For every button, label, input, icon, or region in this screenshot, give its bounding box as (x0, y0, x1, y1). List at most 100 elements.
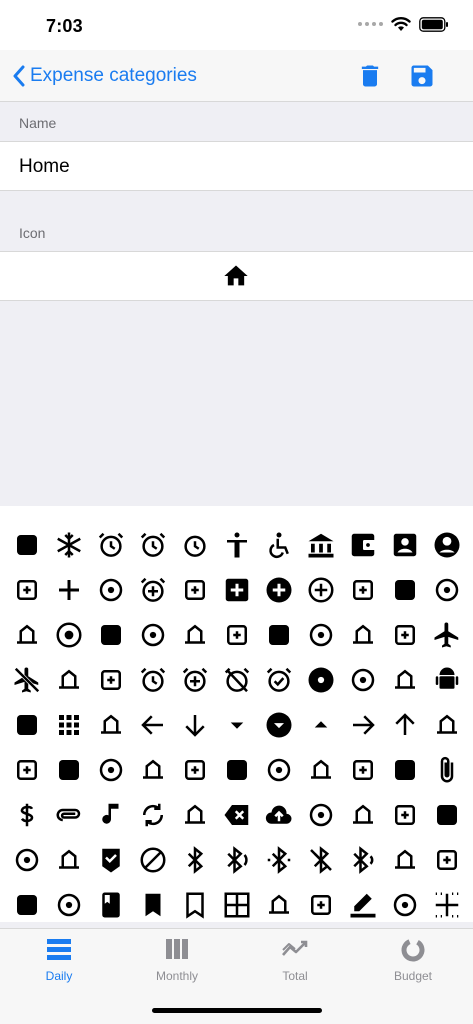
airplay-icon[interactable] (48, 657, 90, 702)
add-icon[interactable] (48, 567, 90, 612)
tab-total[interactable]: Total (236, 937, 354, 993)
bluetooth-searching-icon[interactable] (342, 837, 384, 882)
add-circle-outline-icon[interactable] (300, 567, 342, 612)
battery-unknown-icon[interactable] (6, 837, 48, 882)
border-color-icon[interactable] (342, 882, 384, 922)
border-all-icon[interactable] (216, 882, 258, 922)
airline-seat-individual-suite-icon[interactable] (174, 612, 216, 657)
all-out-icon[interactable] (384, 657, 426, 702)
assignment-ind-icon[interactable] (132, 747, 174, 792)
all-inclusive-icon[interactable] (342, 657, 384, 702)
add-to-photos-icon[interactable] (426, 567, 468, 612)
assistant-icon[interactable] (342, 747, 384, 792)
arrow-forward-icon[interactable] (342, 702, 384, 747)
border-inner-icon[interactable] (426, 882, 468, 922)
av-timer-icon[interactable] (174, 792, 216, 837)
airline-seat-recline-normal-icon[interactable] (384, 612, 426, 657)
ac-unit-icon[interactable] (48, 522, 90, 567)
airline-seat-recline-extra-icon[interactable] (342, 612, 384, 657)
airline-seat-legroom-reduced-icon[interactable] (300, 612, 342, 657)
airline-seat-flat-icon[interactable] (90, 612, 132, 657)
art-track-icon[interactable] (426, 702, 468, 747)
beenhere-icon[interactable] (90, 837, 132, 882)
save-button[interactable] (408, 62, 436, 90)
battery-full-icon[interactable] (384, 792, 426, 837)
blur-circular-icon[interactable] (384, 837, 426, 882)
arrow-drop-up-icon[interactable] (300, 702, 342, 747)
assignment-return-icon[interactable] (216, 747, 258, 792)
airplanemode-inactive-icon[interactable] (6, 657, 48, 702)
airplanemode-active-icon[interactable] (426, 612, 468, 657)
delete-button[interactable] (356, 62, 384, 90)
arrow-downward-icon[interactable] (174, 702, 216, 747)
access-time-icon[interactable] (174, 522, 216, 567)
assignment-turned-in-icon[interactable] (300, 747, 342, 792)
alarm-icon[interactable] (132, 657, 174, 702)
beach-access-icon[interactable] (48, 837, 90, 882)
add-a-photo-icon[interactable] (90, 567, 132, 612)
battery-alert-icon[interactable] (300, 792, 342, 837)
arrow-drop-down-icon[interactable] (216, 702, 258, 747)
add-alert-icon[interactable] (174, 567, 216, 612)
airline-seat-legroom-normal-icon[interactable] (258, 612, 300, 657)
bluetooth-disabled-icon[interactable] (300, 837, 342, 882)
adjust-icon[interactable] (48, 612, 90, 657)
announcement-icon[interactable] (6, 702, 48, 747)
adb-icon[interactable] (6, 567, 48, 612)
3d-rotation-icon[interactable] (6, 522, 48, 567)
assignment-icon[interactable] (90, 747, 132, 792)
accessibility-icon[interactable] (216, 522, 258, 567)
add-location-icon[interactable] (342, 567, 384, 612)
border-clear-icon[interactable] (300, 882, 342, 922)
assignment-late-icon[interactable] (174, 747, 216, 792)
border-bottom-icon[interactable] (258, 882, 300, 922)
battery-std-icon[interactable] (426, 792, 468, 837)
account-box-icon[interactable] (384, 522, 426, 567)
attach-money-icon[interactable] (6, 792, 48, 837)
alarm-add-icon[interactable] (174, 657, 216, 702)
attach-file-icon[interactable] (426, 747, 468, 792)
alarm-on-icon[interactable] (258, 657, 300, 702)
name-input[interactable] (19, 154, 449, 180)
arrow-upward-icon[interactable] (384, 702, 426, 747)
tab-daily[interactable]: Daily (0, 937, 118, 993)
tab-monthly[interactable]: Monthly (118, 937, 236, 993)
access-alarm-icon[interactable] (90, 522, 132, 567)
bluetooth-audio-icon[interactable] (216, 837, 258, 882)
access-alarms-icon[interactable] (132, 522, 174, 567)
add-box-icon[interactable] (216, 567, 258, 612)
apps-icon[interactable] (48, 702, 90, 747)
add-shopping-cart-icon[interactable] (384, 567, 426, 612)
blur-on-icon[interactable] (48, 882, 90, 922)
assistant-photo-icon[interactable] (384, 747, 426, 792)
back-button[interactable]: Expense categories (12, 62, 197, 90)
tab-budget[interactable]: Budget (354, 937, 472, 993)
arrow-back-icon[interactable] (132, 702, 174, 747)
autorenew-icon[interactable] (132, 792, 174, 837)
border-horizontal-icon[interactable] (384, 882, 426, 922)
bluetooth-connected-icon[interactable] (258, 837, 300, 882)
backspace-icon[interactable] (216, 792, 258, 837)
backup-icon[interactable] (258, 792, 300, 837)
attachment-icon[interactable] (48, 792, 90, 837)
block-icon[interactable] (132, 837, 174, 882)
assignment-returned-icon[interactable] (258, 747, 300, 792)
airline-seat-legroom-extra-icon[interactable] (216, 612, 258, 657)
account-balance-icon[interactable] (300, 522, 342, 567)
add-alarm-icon[interactable] (132, 567, 174, 612)
assessment-icon[interactable] (48, 747, 90, 792)
book-icon[interactable] (90, 882, 132, 922)
archive-icon[interactable] (90, 702, 132, 747)
account-balance-wallet-icon[interactable] (342, 522, 384, 567)
album-icon[interactable] (300, 657, 342, 702)
blur-off-icon[interactable] (6, 882, 48, 922)
android-icon[interactable] (426, 657, 468, 702)
add-circle-icon[interactable] (258, 567, 300, 612)
bluetooth-icon[interactable] (174, 837, 216, 882)
arrow-drop-down-circle-icon[interactable] (258, 702, 300, 747)
icon-row[interactable] (0, 251, 473, 301)
icon-picker[interactable] (0, 506, 473, 922)
bookmark-icon[interactable] (132, 882, 174, 922)
airport-shuttle-icon[interactable] (90, 657, 132, 702)
battery-charging-full-icon[interactable] (342, 792, 384, 837)
